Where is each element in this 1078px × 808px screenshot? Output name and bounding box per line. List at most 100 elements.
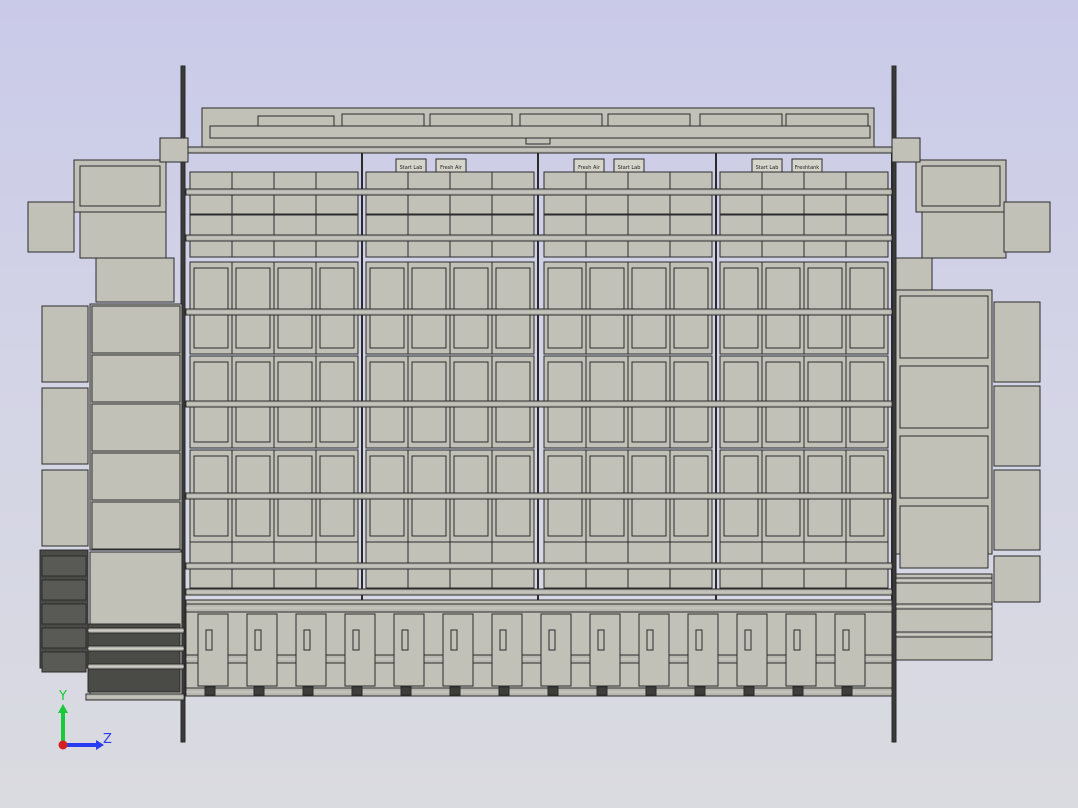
left-dark-layer bbox=[41, 555, 87, 577]
right-lower-housing bbox=[895, 573, 993, 661]
base-bay bbox=[442, 613, 474, 687]
right-side-pack bbox=[993, 469, 1041, 551]
base-bay bbox=[344, 613, 376, 687]
right-side-pack bbox=[993, 385, 1041, 467]
cell-block bbox=[673, 267, 709, 349]
base-bay bbox=[197, 613, 229, 687]
x-axis-dot bbox=[58, 740, 68, 750]
left-motor bbox=[27, 201, 75, 253]
cad-model-view: Start Lab Fresh Air Fresh Air Start Lab Star… bbox=[27, 65, 1051, 750]
base-bay bbox=[785, 613, 817, 687]
cell-block bbox=[319, 267, 355, 349]
right-panel-cell bbox=[899, 505, 989, 569]
base-foot bbox=[596, 686, 608, 696]
y-axis-arrowhead bbox=[58, 704, 68, 713]
cad-viewport[interactable]: Start Lab Fresh Air Fresh Air Start Lab Star… bbox=[0, 0, 1078, 808]
base-foot bbox=[645, 686, 657, 696]
base-bay bbox=[687, 613, 719, 687]
base-bay bbox=[246, 613, 278, 687]
base-slot bbox=[597, 629, 605, 651]
cell-block bbox=[723, 267, 759, 349]
assembly-model: Start Lab Fresh Air Fresh Air Start Lab Star… bbox=[27, 65, 1051, 743]
cell-block bbox=[495, 267, 531, 349]
right-corner-bracket bbox=[891, 137, 921, 163]
left-corner-bracket bbox=[159, 137, 189, 163]
cell-block bbox=[589, 267, 625, 349]
left-panel-cell bbox=[91, 354, 181, 403]
base-slot bbox=[450, 629, 458, 651]
left-panel-cell bbox=[91, 452, 181, 501]
top-tag-label: Start Lab bbox=[400, 165, 423, 171]
base-slot bbox=[499, 629, 507, 651]
base-foot bbox=[498, 686, 510, 696]
top-tray bbox=[209, 125, 871, 139]
left-side-pack bbox=[41, 469, 89, 547]
top-tag-label: Freshtank bbox=[795, 165, 820, 171]
base-slot bbox=[303, 629, 311, 651]
right-side-pack bbox=[993, 301, 1041, 383]
top-tag-label: Start Lab bbox=[618, 165, 641, 171]
base-foot bbox=[302, 686, 314, 696]
top-tag-label: Fresh Air bbox=[440, 165, 463, 171]
base-slot bbox=[254, 629, 262, 651]
base-foot bbox=[351, 686, 363, 696]
left-lower-dark bbox=[87, 623, 181, 693]
cell-block bbox=[807, 267, 843, 349]
base-slot bbox=[401, 629, 409, 651]
base-foot bbox=[743, 686, 755, 696]
base-bay bbox=[295, 613, 327, 687]
base-slot bbox=[744, 629, 752, 651]
base-foot bbox=[204, 686, 216, 696]
right-panel-cell bbox=[899, 435, 989, 499]
cell-block bbox=[277, 267, 313, 349]
right-small-bracket bbox=[895, 257, 933, 291]
base-slot bbox=[793, 629, 801, 651]
base-bay bbox=[589, 613, 621, 687]
right-panel-cell bbox=[899, 365, 989, 429]
base-bay bbox=[834, 613, 866, 687]
left-dark-layer bbox=[41, 651, 87, 673]
left-panel-cell bbox=[91, 403, 181, 452]
base-foot bbox=[449, 686, 461, 696]
right-top-housing-inner bbox=[921, 165, 1001, 207]
base-slot bbox=[548, 629, 556, 651]
base-slot bbox=[352, 629, 360, 651]
right-lower-pack bbox=[993, 555, 1041, 603]
left-panel-cell bbox=[91, 305, 181, 354]
right-motor bbox=[1003, 201, 1051, 253]
right-upper-box bbox=[921, 211, 1007, 259]
left-dark-layer bbox=[41, 603, 87, 625]
base-foot bbox=[694, 686, 706, 696]
base-bay bbox=[393, 613, 425, 687]
left-small-box bbox=[95, 257, 175, 303]
top-frame-slot bbox=[257, 115, 335, 127]
cell-block bbox=[765, 267, 801, 349]
base-slot bbox=[205, 629, 213, 651]
base-foot bbox=[841, 686, 853, 696]
cell-block bbox=[453, 267, 489, 349]
z-axis-label: Z bbox=[103, 732, 112, 747]
cell-block bbox=[369, 267, 405, 349]
top-tag-label: Start Lab bbox=[756, 165, 779, 171]
base-slot bbox=[695, 629, 703, 651]
cell-block bbox=[547, 267, 583, 349]
base-bay bbox=[736, 613, 768, 687]
base-foot bbox=[253, 686, 265, 696]
cell-block bbox=[411, 267, 447, 349]
cell-block bbox=[235, 267, 271, 349]
left-panel-cell bbox=[91, 501, 181, 550]
base-foot bbox=[400, 686, 412, 696]
base-bay bbox=[540, 613, 572, 687]
left-side-pack bbox=[41, 387, 89, 465]
base-slot bbox=[842, 629, 850, 651]
base-bay bbox=[638, 613, 670, 687]
base-foot bbox=[792, 686, 804, 696]
base-slot bbox=[646, 629, 654, 651]
left-upper-box bbox=[79, 211, 167, 259]
y-axis-label: Y bbox=[58, 689, 67, 704]
cell-block bbox=[849, 267, 885, 349]
left-side-pack bbox=[41, 305, 89, 383]
left-dark-layer bbox=[41, 579, 87, 601]
base-foot bbox=[547, 686, 559, 696]
right-panel-cell bbox=[899, 295, 989, 359]
